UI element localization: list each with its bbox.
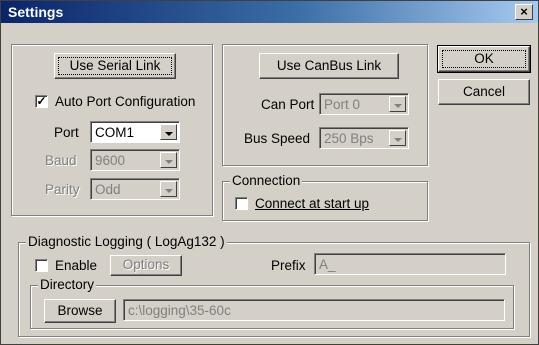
chevron-down-icon[interactable] [389,96,406,112]
check-mark-icon: ✓ [36,94,47,108]
chevron-down-icon[interactable] [389,130,406,146]
focus-rect [442,50,526,68]
port-select[interactable]: COM1 [90,121,180,143]
enable-logging-label[interactable]: Enable [55,258,97,273]
directory-path-input[interactable]: c:\logging\35-60c [123,299,505,321]
options-label: Options [122,257,170,272]
use-canbus-link-button[interactable]: Use CanBus Link [259,53,399,79]
connect-at-startup-checkbox[interactable] [235,197,248,210]
auto-port-label[interactable]: Auto Port Configuration [55,94,195,109]
diagnostic-logging-legend: Diagnostic Logging ( LogAg132 ) [26,234,227,249]
use-canbus-link-label: Use CanBus Link [276,58,382,73]
browse-button[interactable]: Browse [44,299,116,323]
baud-label: Baud [45,153,77,168]
parity-value: Odd [95,182,121,197]
chevron-down-icon[interactable] [160,152,177,168]
connect-at-startup-label[interactable]: Connect at start up [255,196,369,211]
cancel-label: Cancel [462,84,506,99]
can-port-value: Port 0 [324,97,361,112]
window-title: Settings [8,4,64,20]
chevron-down-icon[interactable] [160,124,177,140]
options-button[interactable]: Options [110,255,182,276]
port-value: COM1 [95,125,135,140]
baud-value: 9600 [95,153,126,168]
bus-speed-label: Bus Speed [244,131,311,146]
browse-label: Browse [57,303,103,318]
chevron-down-icon[interactable] [160,181,177,197]
title-bar[interactable]: Settings × [1,1,538,23]
prefix-input[interactable]: A_ [314,253,506,275]
use-serial-link-button[interactable]: Use Serial Link [54,53,176,79]
parity-label: Parity [45,182,80,197]
can-port-select[interactable]: Port 0 [319,93,409,115]
bus-speed-value: 250 Bps [324,131,374,146]
settings-dialog: Settings × Use Serial Link ✓ Auto Port C… [0,0,539,345]
prefix-label: Prefix [271,258,306,273]
connection-legend: Connection [230,173,303,188]
port-label: Port [54,125,79,140]
close-button[interactable]: × [515,4,533,20]
baud-select[interactable]: 9600 [90,149,180,171]
directory-legend: Directory [38,277,97,292]
cancel-button[interactable]: Cancel [438,79,530,105]
enable-logging-checkbox[interactable] [35,259,48,272]
focus-rect [58,57,172,75]
parity-select[interactable]: Odd [90,178,180,200]
auto-port-checkbox[interactable]: ✓ [35,95,48,108]
close-icon: × [520,4,528,19]
can-port-label: Can Port [261,97,315,112]
ok-button[interactable]: OK [437,45,531,73]
directory-path-value: c:\logging\35-60c [128,303,231,318]
prefix-value: A_ [319,257,336,272]
bus-speed-select[interactable]: 250 Bps [319,127,409,149]
